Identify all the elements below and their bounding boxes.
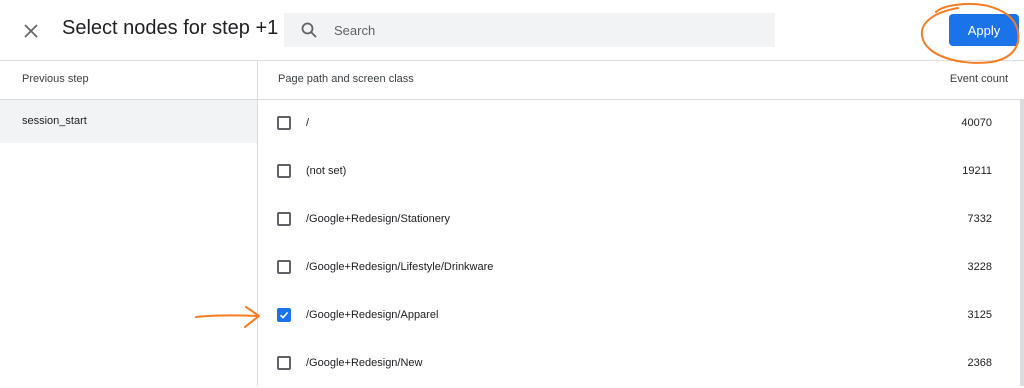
- close-button[interactable]: [18, 18, 44, 44]
- row-event-count: 40070: [961, 117, 992, 129]
- scrollbar[interactable]: [1020, 100, 1024, 386]
- row-checkbox[interactable]: [277, 260, 291, 274]
- row-path: /: [306, 117, 310, 129]
- row-path: /Google+Redesign/Stationery: [306, 213, 451, 225]
- row-path: /Google+Redesign/Lifestyle/Drinkware: [306, 261, 494, 273]
- apply-button[interactable]: Apply: [949, 14, 1019, 46]
- table-row: /Google+Redesign/Apparel 3125: [258, 292, 1024, 340]
- dialog-header: Select nodes for step +1 Apply: [0, 0, 1024, 61]
- sidebar: Previous step session_start: [0, 61, 258, 386]
- check-icon: [279, 311, 289, 319]
- search-input[interactable]: [332, 21, 756, 39]
- table-row: /Google+Redesign/Lifestyle/Drinkware 322…: [258, 244, 1024, 292]
- sidebar-item-label: session_start: [22, 115, 87, 127]
- search-icon: [300, 21, 318, 39]
- node-table: Page path and screen class Event count /…: [258, 61, 1024, 386]
- row-path: /Google+Redesign/Apparel: [306, 309, 439, 321]
- table-row: /Google+Redesign/Stationery 7332: [258, 196, 1024, 244]
- row-checkbox[interactable]: [277, 212, 291, 226]
- row-checkbox[interactable]: [277, 116, 291, 130]
- table-header: Page path and screen class Event count: [258, 61, 1024, 100]
- row-checkbox[interactable]: [277, 308, 291, 322]
- column-header-path: Page path and screen class: [278, 73, 414, 85]
- column-header-event-count: Event count: [949, 73, 1008, 85]
- table-row: / 40070: [258, 100, 1024, 148]
- sidebar-item-session-start[interactable]: session_start: [0, 100, 257, 143]
- search-bar[interactable]: [284, 13, 775, 47]
- row-event-count: 3228: [967, 261, 992, 273]
- dialog-title: Select nodes for step +1: [62, 17, 279, 39]
- row-path: (not set): [306, 165, 347, 177]
- sidebar-header: Previous step: [0, 61, 257, 100]
- row-path: /Google+Redesign/New: [306, 357, 423, 369]
- table-rows: / 40070 (not set) 19211 /Google+Redesign…: [258, 100, 1024, 388]
- row-checkbox[interactable]: [277, 164, 291, 178]
- close-icon: [24, 24, 38, 38]
- table-row: (not set) 19211: [258, 148, 1024, 196]
- row-event-count: 3125: [967, 309, 992, 321]
- row-event-count: 7332: [967, 213, 992, 225]
- row-event-count: 2368: [967, 357, 992, 369]
- table-row: /Google+Redesign/New 2368: [258, 340, 1024, 388]
- row-checkbox[interactable]: [277, 356, 291, 370]
- row-event-count: 19211: [962, 165, 992, 177]
